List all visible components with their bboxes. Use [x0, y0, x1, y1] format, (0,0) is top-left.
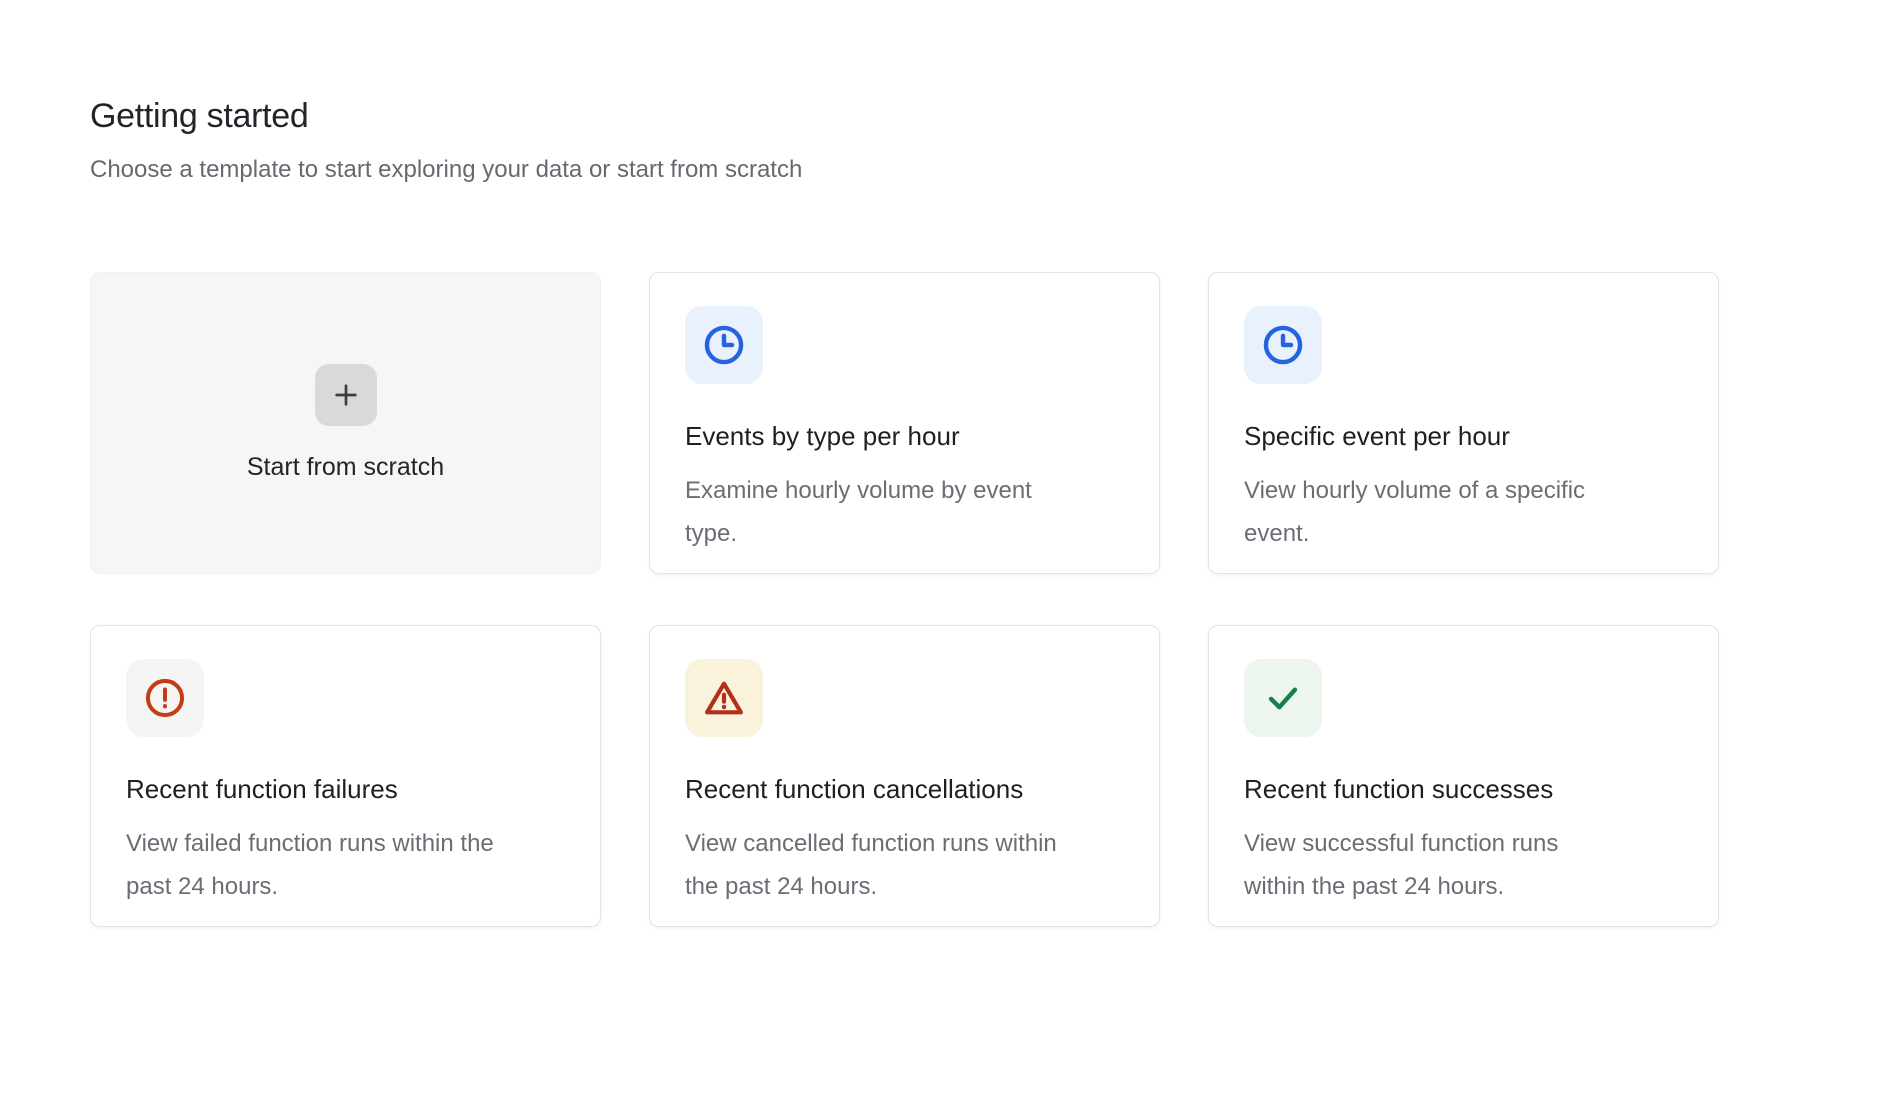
- card-events-by-type-per-hour[interactable]: Events by type per hour Examine hourly v…: [649, 272, 1160, 574]
- plus-tile: [315, 364, 377, 426]
- clock-icon-tile: [1244, 306, 1322, 384]
- card-title: Events by type per hour: [685, 421, 1124, 452]
- card-recent-function-cancellations[interactable]: Recent function cancellations View cance…: [649, 625, 1160, 927]
- card-title: Specific event per hour: [1244, 421, 1683, 452]
- card-title: Recent function successes: [1244, 774, 1683, 805]
- page-title: Getting started: [90, 96, 1796, 137]
- alert-circle-icon-tile: [126, 659, 204, 737]
- page-subtitle: Choose a template to start exploring you…: [90, 155, 1796, 184]
- getting-started-page: Getting started Choose a template to sta…: [0, 0, 1886, 927]
- plus-icon: [330, 379, 362, 411]
- warning-triangle-icon: [702, 676, 746, 720]
- card-title: Recent function failures: [126, 774, 565, 805]
- clock-icon-tile: [685, 306, 763, 384]
- card-description: View hourly volume of a specific event.: [1244, 469, 1619, 555]
- card-description: View cancelled function runs within the …: [685, 822, 1060, 908]
- clock-icon: [702, 323, 746, 367]
- check-icon: [1261, 676, 1305, 720]
- card-description: Examine hourly volume by event type.: [685, 469, 1060, 555]
- card-title: Recent function cancellations: [685, 774, 1124, 805]
- card-description: View successful function runs within the…: [1244, 822, 1619, 908]
- card-description: View failed function runs within the pas…: [126, 822, 501, 908]
- alert-circle-icon: [143, 676, 187, 720]
- template-grid: Start from scratch Events by type per ho…: [90, 272, 1796, 927]
- card-recent-function-successes[interactable]: Recent function successes View successfu…: [1208, 625, 1719, 927]
- card-recent-function-failures[interactable]: Recent function failures View failed fun…: [90, 625, 601, 927]
- card-start-from-scratch[interactable]: Start from scratch: [90, 272, 601, 574]
- card-specific-event-per-hour[interactable]: Specific event per hour View hourly volu…: [1208, 272, 1719, 574]
- start-from-scratch-label: Start from scratch: [247, 452, 444, 482]
- warning-triangle-icon-tile: [685, 659, 763, 737]
- check-icon-tile: [1244, 659, 1322, 737]
- clock-icon: [1261, 323, 1305, 367]
